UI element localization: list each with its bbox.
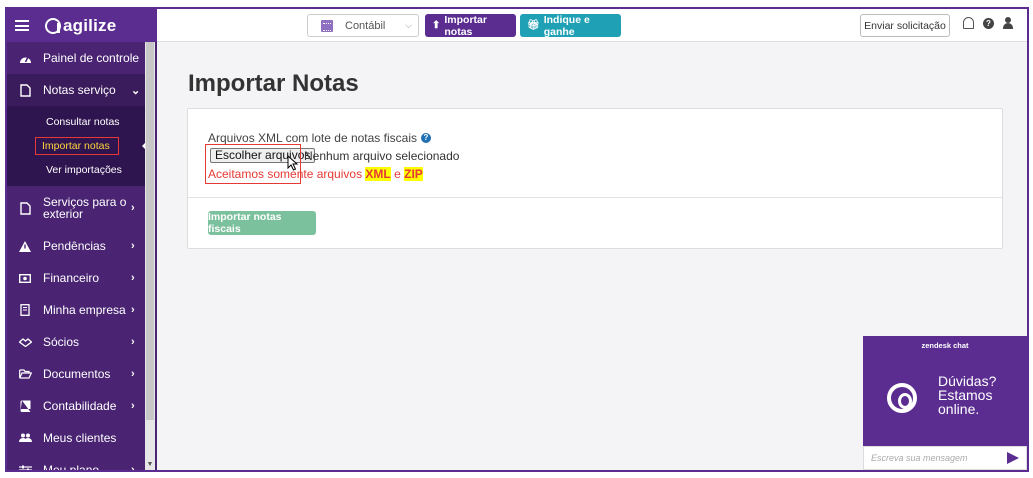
send-request-button[interactable]: Enviar solicitação [860, 14, 950, 37]
context-select-value: Contábil [345, 19, 386, 32]
mouse-cursor-icon [287, 155, 299, 171]
upload-icon: ⬆ [432, 20, 441, 31]
chat-message-line3: online. [938, 401, 980, 417]
warning-icon [18, 239, 32, 253]
sidebar-item-label: Documentos [43, 367, 111, 381]
users-icon [18, 431, 32, 445]
logo[interactable]: agilize [45, 16, 116, 36]
card-divider [188, 197, 1002, 198]
sidebar-item-label: Sócios [43, 335, 80, 349]
hint-zip: ZIP [404, 167, 423, 181]
page-title: Importar Notas [188, 70, 359, 97]
submenu-item-label: Consultar notas [46, 116, 120, 128]
chevron-right-icon: › [131, 400, 135, 412]
file-status-text: Nenhum arquivo selecionado [304, 149, 460, 163]
sidebar-item-contabilidade[interactable]: Contabilidade › [7, 390, 145, 422]
sidebar-item-label: Financeiro [43, 271, 100, 285]
sidebar-item-painel[interactable]: Painel de controle [7, 42, 145, 74]
sidebar-item-meu-plano[interactable]: Meu plano › [7, 454, 145, 472]
zendesk-chat-widget[interactable]: zendesk chat Dúvidas? Estamos online. Es… [863, 336, 1027, 470]
chevron-right-icon: › [131, 304, 135, 316]
sidebar-item-financeiro[interactable]: Financeiro › [7, 262, 145, 294]
context-select[interactable]: Contábil ⌵ [307, 14, 419, 37]
money-icon [18, 271, 32, 285]
chevron-down-icon: ⌄ [131, 84, 141, 97]
sidebar-item-servicos-exterior[interactable]: Serviços para o exterior › [7, 186, 145, 230]
sidebar-item-label: Painel de controle [43, 51, 140, 65]
chevron-right-icon: › [131, 272, 135, 284]
send-request-button-label: Enviar solicitação [864, 19, 946, 32]
gift-icon: 🎁︎ [527, 20, 540, 31]
submenu-item-consultar[interactable]: Consultar notas [7, 110, 145, 134]
book-icon [18, 399, 32, 413]
handshake-icon [18, 335, 32, 349]
chat-input[interactable]: Escreva sua mensagem [863, 446, 1027, 470]
logo-text: agilize [63, 15, 117, 35]
app-frame: agilize Painel de controle Notas serviço… [5, 7, 1029, 472]
document-icon [18, 201, 32, 215]
chat-message-line1: Dúvidas? [938, 373, 997, 389]
chat-message: Dúvidas? Estamos online. [938, 374, 996, 416]
logo-bar: agilize [7, 9, 157, 42]
chevron-right-icon: › [131, 464, 135, 472]
document-icon [18, 83, 32, 97]
hint-xml: XML [365, 167, 391, 181]
import-notes-button-label: Importar notas [444, 13, 487, 38]
sidebar-item-pendencias[interactable]: Pendências › [7, 230, 145, 262]
import-card: Arquivos XML com lote de notas fiscais ?… [187, 108, 1003, 249]
topbar-icons: ? [963, 17, 1013, 29]
chat-logo-icon [887, 383, 917, 413]
sidebar-item-documentos[interactable]: Documentos › [7, 358, 145, 390]
topbar: Contábil ⌵ ⬆ Importar notas 🎁︎ Indique e… [157, 9, 1027, 42]
user-icon[interactable] [1003, 17, 1013, 29]
import-invoices-button[interactable]: Importar notas fiscais [208, 211, 316, 235]
chevron-down-icon: ⌵ [405, 20, 412, 30]
refer-and-earn-button-label: Indique e ganhe [543, 13, 590, 38]
import-notes-button[interactable]: ⬆ Importar notas [425, 13, 516, 38]
send-icon[interactable] [1007, 452, 1019, 464]
submenu-item-label: Ver importações [46, 164, 122, 176]
submenu-item-importar[interactable]: Importar notas [7, 134, 147, 158]
agilize-logo-icon [45, 17, 61, 34]
chevron-right-icon: › [131, 336, 135, 348]
hamburger-menu-icon[interactable] [15, 20, 29, 31]
sidebar-item-label: Minha empresa [43, 303, 126, 317]
sidebar-item-notas-servico[interactable]: Notas serviço ⌄ [7, 74, 145, 106]
sidebar-item-meus-clientes[interactable]: Meus clientes [7, 422, 145, 454]
folder-icon [18, 367, 32, 381]
scroll-down-arrow-icon[interactable]: ▼ [145, 461, 155, 468]
sidebar-item-label: Meus clientes [43, 431, 117, 445]
sidebar-item-label: Meu plano [43, 463, 100, 472]
chevron-right-icon: › [131, 240, 135, 252]
chat-message-line2: Estamos [938, 387, 993, 403]
refer-and-earn-button[interactable]: 🎁︎ Indique e ganhe [520, 13, 621, 38]
sidebar-item-label: Contabilidade [43, 399, 117, 413]
sliders-icon [18, 463, 32, 470]
calendar-icon [321, 19, 333, 32]
bell-icon[interactable] [963, 17, 974, 29]
dashboard-icon [18, 51, 32, 65]
sidebar-menu: Painel de controle Notas serviço ⌄ Consu… [7, 42, 147, 472]
sidebar-scrollbar[interactable]: ▼ [145, 42, 155, 470]
sidebar-item-label: Notas serviço [43, 83, 116, 97]
chat-title: zendesk chat [921, 341, 969, 350]
submenu-item-label: Importar notas [35, 137, 119, 155]
sidebar-item-label: Pendências [43, 239, 106, 253]
sidebar: agilize Painel de controle Notas serviço… [7, 9, 157, 470]
sidebar-scrollbar-thumb[interactable] [146, 42, 154, 420]
xml-field-label-text: Arquivos XML com lote de notas fiscais [208, 131, 417, 145]
building-icon [18, 303, 32, 317]
help-icon[interactable]: ? [983, 17, 994, 29]
submenu-notas-servico: Consultar notas Importar notas Ver impor… [7, 106, 147, 186]
sidebar-item-minha-empresa[interactable]: Minha empresa › [7, 294, 145, 326]
sidebar-item-label: Serviços para o exterior [43, 195, 127, 221]
question-icon[interactable]: ? [420, 133, 431, 143]
xml-field-label: Arquivos XML com lote de notas fiscais ? [208, 131, 431, 145]
sidebar-item-socios[interactable]: Sócios › [7, 326, 145, 358]
hint-and: e [394, 167, 401, 181]
chevron-right-icon: › [131, 368, 135, 380]
chat-input-placeholder: Escreva sua mensagem [871, 453, 968, 463]
chevron-right-icon: › [131, 202, 135, 214]
submenu-item-ver-importacoes[interactable]: Ver importações [7, 158, 145, 182]
